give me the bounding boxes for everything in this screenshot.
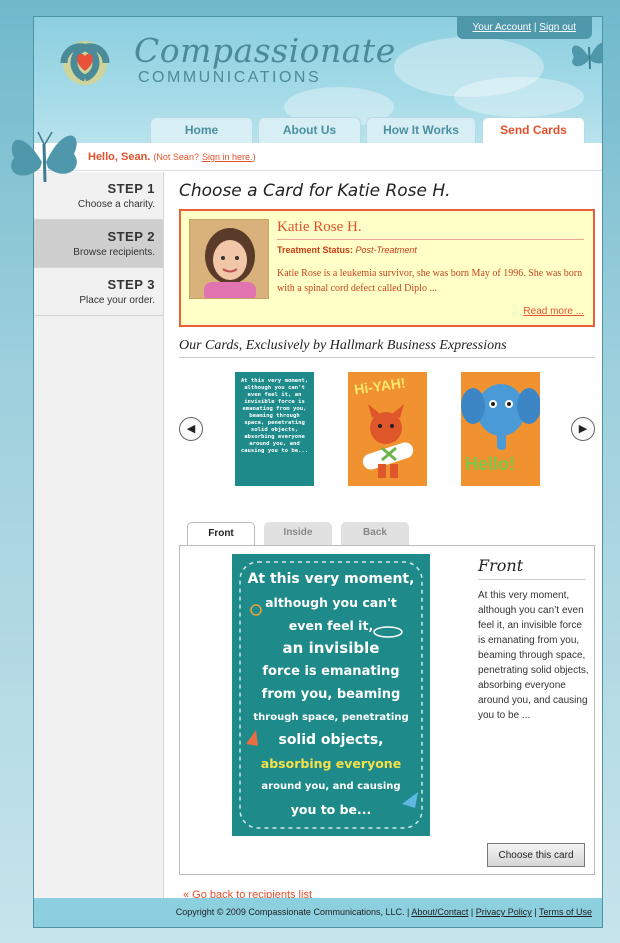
face-text: At this very moment, although you can’t … [478,590,589,721]
footer: Copyright © 2009 Compassionate Communica… [34,898,602,927]
nav-send-cards[interactable]: Send Cards [482,117,585,143]
carousel-next-icon[interactable]: ▶ [571,417,595,441]
face-title: Front [478,556,586,580]
your-account-link[interactable]: Your Account [473,22,532,33]
steps-sidebar: STEP 1 Choose a charity. STEP 2 Browse r… [34,172,164,898]
nav-how-it-works[interactable]: How It Works [366,117,476,143]
step-3[interactable]: STEP 3 Place your order. [34,268,163,316]
butterfly-icon [571,42,602,70]
page-title: Choose a Card for Katie Rose H. [179,181,451,201]
card-preview-panel: At this very moment, although you can't … [179,545,595,875]
card-carousel: ◀ At this very moment, although you can'… [179,371,595,487]
carousel-prev-icon[interactable]: ◀ [179,417,203,441]
card-front-text: At this very moment, although you can't … [247,571,415,817]
card-thumb-2[interactable]: Hi-YAH! [348,372,427,486]
privacy-policy-link[interactable]: Privacy Policy [476,907,532,917]
nav-home[interactable]: Home [150,117,253,143]
nav-about-us[interactable]: About Us [258,117,361,143]
tab-back[interactable]: Back [341,522,409,546]
greeting-bar: Hello, Sean. (Not Sean? Sign in here.) [34,143,602,171]
sign-in-link[interactable]: Sign in here. [202,152,253,162]
card-thumb-1[interactable]: At this very moment, although you can't … [235,372,314,486]
recipient-name: Katie Rose H. [277,219,584,240]
page-frame: Your Account | Sign out Compassionate CO… [33,16,603,928]
treatment-status: Treatment Status: Post-Treatment [277,245,417,255]
step-2[interactable]: STEP 2 Browse recipients. [34,220,163,268]
butterfly-icon [11,131,77,183]
sign-out-link[interactable]: Sign out [539,22,576,33]
tab-inside[interactable]: Inside [264,522,332,546]
card-front-image: At this very moment, although you can't … [232,554,430,836]
terms-of-use-link[interactable]: Terms of Use [539,907,592,917]
main-content: Choose a Card for Katie Rose H. Katie Ro… [179,181,595,901]
card-thumb-3[interactable]: Hello! [461,372,540,486]
recipient-box: Katie Rose H. Treatment Status: Post-Tre… [179,209,595,327]
tab-front[interactable]: Front [187,522,255,547]
read-more-link[interactable]: Read more ... [523,306,584,317]
logo-wordmark[interactable]: Compassionate COMMUNICATIONS [134,33,396,87]
logo-heart-icon[interactable] [44,33,126,93]
recipient-photo [189,219,269,299]
choose-card-button[interactable]: Choose this card [487,843,585,867]
greeting-text: Hello, Sean. [88,151,151,163]
about-contact-link[interactable]: About/Contact [411,907,468,917]
cards-heading: Our Cards, Exclusively by Hallmark Busin… [179,338,595,358]
recipient-description: Katie Rose is a leukemia survivor, she w… [277,268,583,294]
